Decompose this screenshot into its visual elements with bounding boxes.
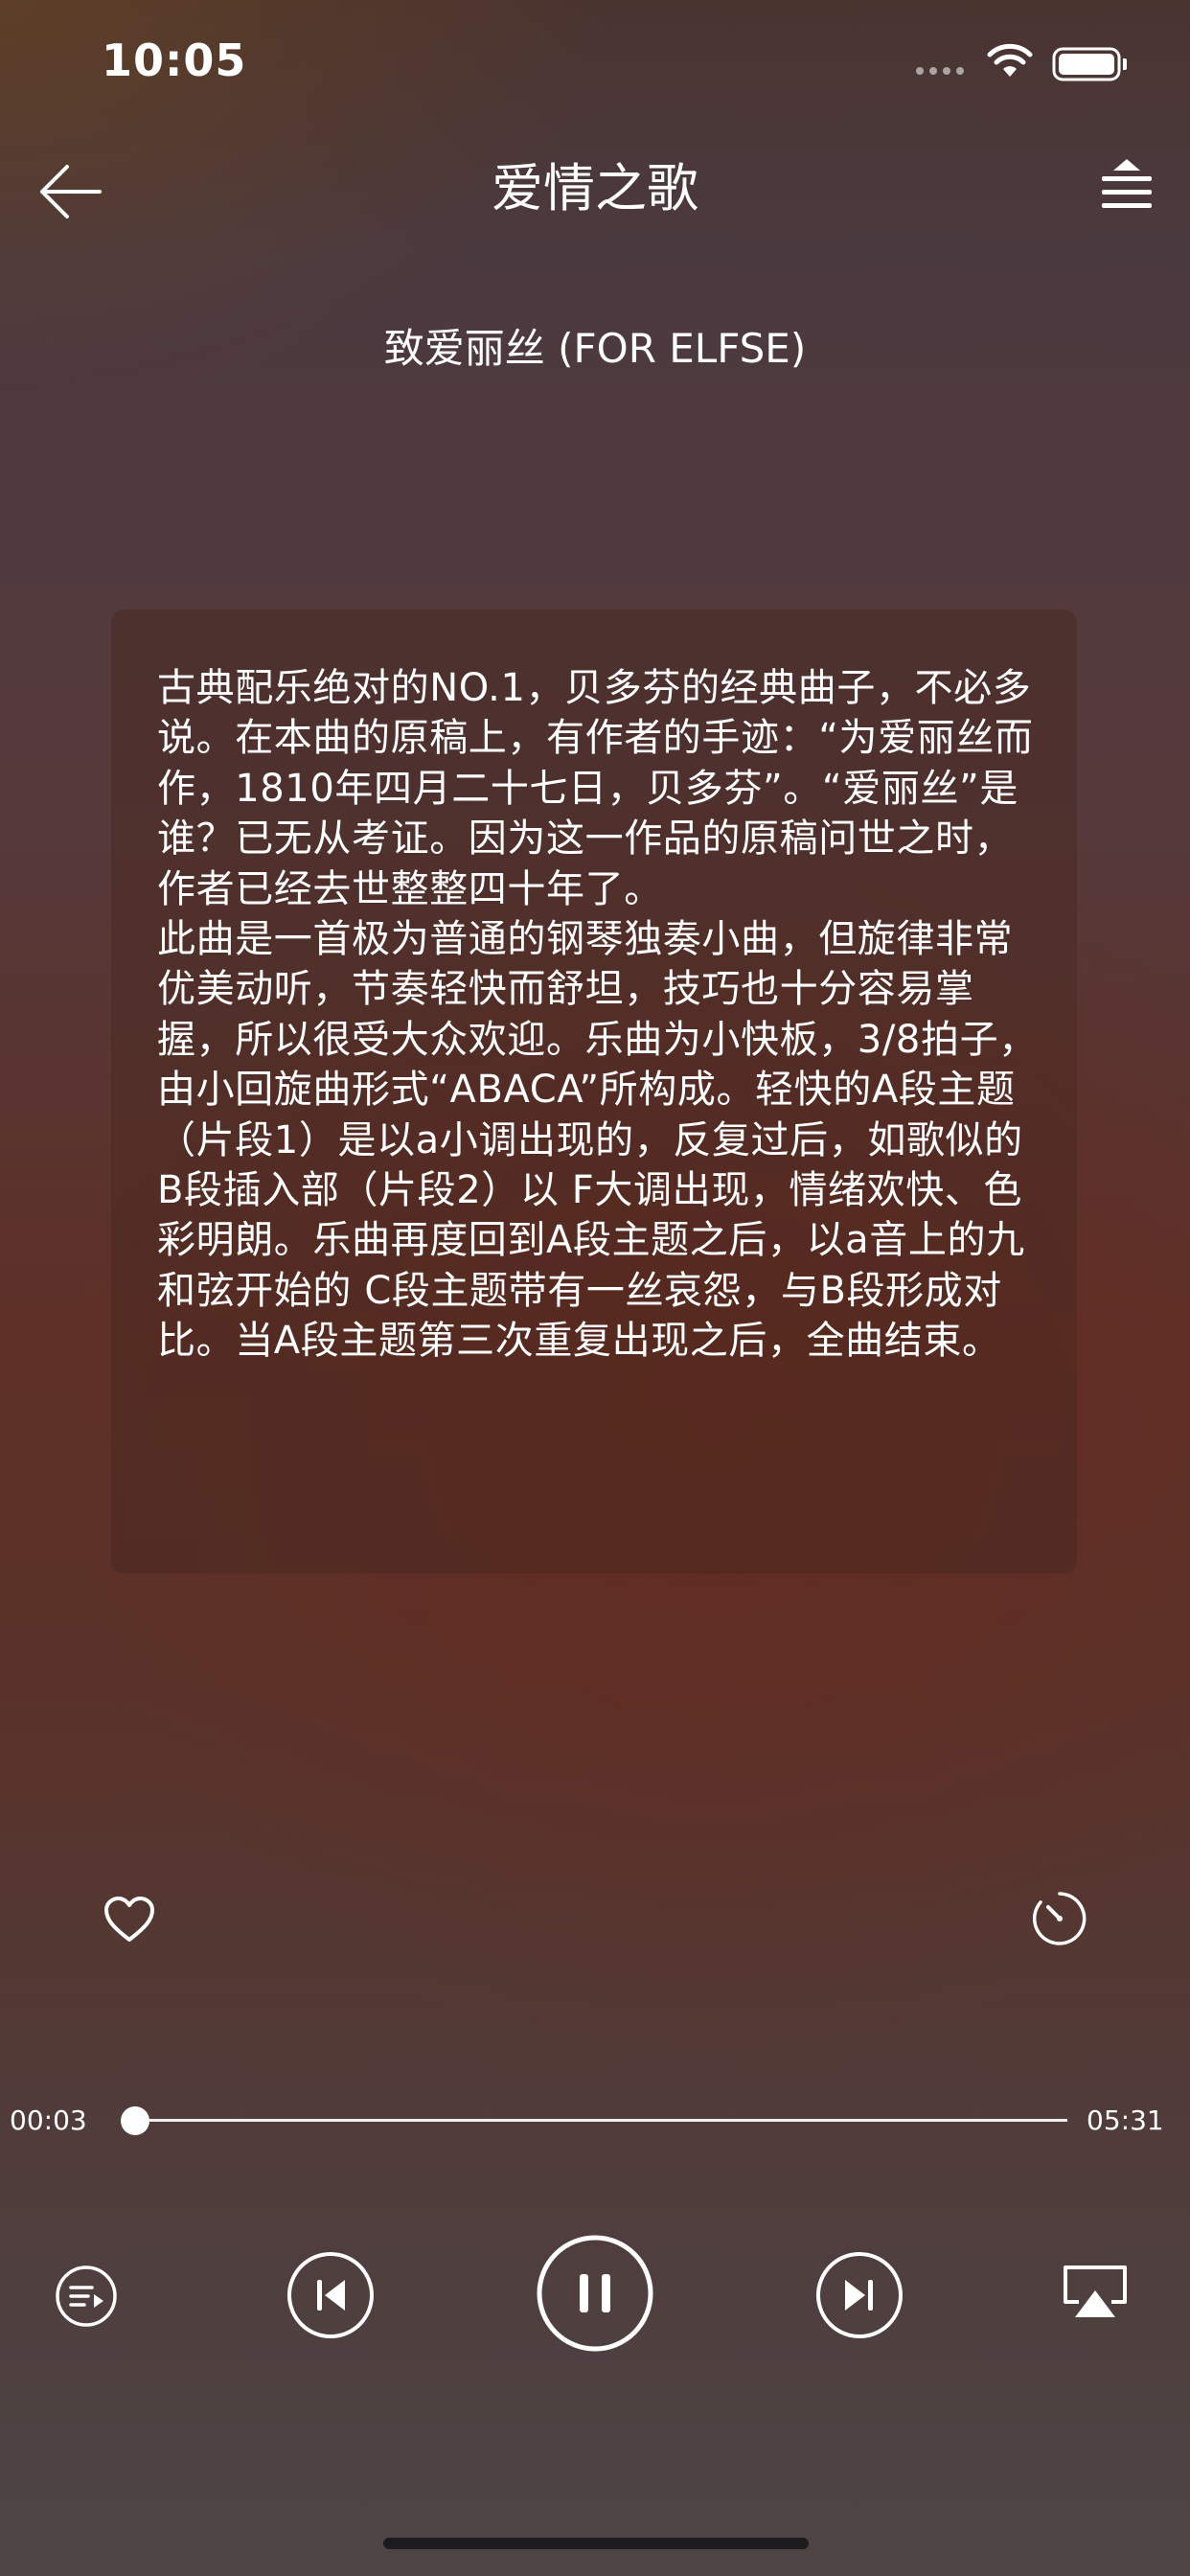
timer-icon (1032, 1892, 1087, 1945)
heart-icon (104, 1897, 154, 1942)
home-indicator[interactable] (383, 2538, 809, 2549)
wifi-icon (987, 42, 1033, 79)
pause-button[interactable] (535, 2233, 655, 2354)
page-title: 爱情之歌 (492, 158, 698, 218)
status-time: 10:05 (102, 34, 247, 86)
sleep-timer-button[interactable] (1031, 1890, 1088, 1947)
pause-icon (537, 2235, 653, 2352)
previous-button[interactable] (286, 2250, 376, 2340)
progress-thumb[interactable] (120, 2106, 149, 2135)
current-time: 00:03 (10, 2104, 87, 2136)
playlist-order-icon (56, 2266, 117, 2327)
next-button[interactable] (814, 2250, 904, 2340)
signal-icon (916, 67, 964, 75)
song-title: 致爱丽丝 (FOR ELFSE) (383, 325, 807, 372)
airplay-button[interactable] (1062, 2264, 1129, 2323)
battery-icon (1052, 46, 1129, 82)
playlist-menu-button[interactable] (1092, 153, 1161, 222)
play-order-button[interactable] (54, 2264, 119, 2329)
song-description: 古典配乐绝对的NO.1，贝多芬的经典曲子，不必多说。在本曲的原稿上，有作者的手迹… (157, 666, 1038, 1364)
like-button[interactable] (103, 1896, 155, 1944)
progress-track[interactable] (126, 2119, 1067, 2122)
status-bar: 10:05 (0, 0, 1190, 128)
next-icon (816, 2252, 903, 2338)
playlist-icon (1102, 159, 1152, 208)
total-time: 05:31 (1087, 2104, 1164, 2136)
airplay-icon (1064, 2266, 1127, 2317)
previous-icon (287, 2252, 374, 2338)
